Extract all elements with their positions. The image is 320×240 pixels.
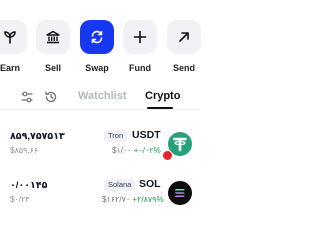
network-badge: Solana (104, 179, 136, 191)
swap-icon (91, 30, 103, 44)
tabs-divider (0, 109, 200, 110)
send-label: Send (172, 63, 195, 73)
fund-tile[interactable] (123, 20, 157, 54)
fund-label: Fund (129, 63, 151, 73)
quick-actions: Earn Sell Swap Fund Send (0, 20, 210, 78)
swap-tile[interactable] (80, 20, 114, 54)
asset-price: $۱۶۲/۷۰ (102, 195, 131, 204)
asset-symbol: SOL (139, 178, 161, 190)
asset-price-line: $۱/۰۰ +۰/۰۲% (112, 146, 161, 155)
arrow-up-right-icon (179, 32, 189, 42)
sell-button[interactable]: Sell (33, 20, 73, 73)
earn-tile[interactable] (0, 20, 27, 54)
asset-price-line: $۱۶۲/۷۰ +۲/۸۷۹% (102, 195, 164, 204)
asset-price: $۱/۰۰ (112, 146, 132, 155)
asset-tabs: Watchlist Crypto (0, 86, 200, 109)
sell-tile[interactable] (36, 20, 70, 54)
asset-fiat-value: $۰/۲۳ (10, 195, 30, 204)
swap-button[interactable]: Swap (77, 20, 117, 73)
asset-row-usdt[interactable]: ۸۵۹,۷۵۷۵۱۳ $۸۵۹,۶۶ Tron USDT $۱/۰۰ +۰/۰۲… (0, 124, 200, 164)
asset-change: +۰/۰۲% (133, 146, 161, 155)
tab-watchlist[interactable]: Watchlist (78, 90, 127, 102)
send-button[interactable]: Send (164, 20, 204, 73)
plus-icon (133, 30, 147, 44)
solana-icon (168, 181, 192, 205)
filter-sliders-icon[interactable] (20, 90, 34, 104)
earn-button[interactable]: Earn (0, 20, 30, 73)
asset-symbol: USDT (132, 129, 161, 141)
tron-network-icon (162, 150, 173, 161)
asset-row-sol[interactable]: ۰/۰۰۱۴۵ $۰/۲۳ Solana SOL $۱۶۲/۷۰ +۲/۸۷۹% (0, 173, 200, 213)
fund-button[interactable]: Fund (120, 20, 160, 73)
sell-label: Sell (44, 63, 61, 73)
send-tile[interactable] (167, 20, 201, 54)
bank-icon (46, 30, 60, 44)
history-icon[interactable] (44, 90, 58, 104)
asset-amount: ۰/۰۰۱۴۵ (10, 180, 48, 191)
solana-glyph (174, 189, 185, 197)
asset-fiat-value: $۸۵۹,۶۶ (10, 146, 39, 155)
sprout-icon (4, 31, 16, 44)
earn-label: Earn (0, 63, 20, 73)
asset-change: +۲/۸۷۹% (132, 195, 164, 204)
network-badge: Tron (104, 130, 128, 142)
asset-amount: ۸۵۹,۷۵۷۵۱۳ (10, 131, 65, 142)
swap-label: Swap (85, 63, 109, 73)
tab-crypto[interactable]: Crypto (145, 90, 180, 102)
